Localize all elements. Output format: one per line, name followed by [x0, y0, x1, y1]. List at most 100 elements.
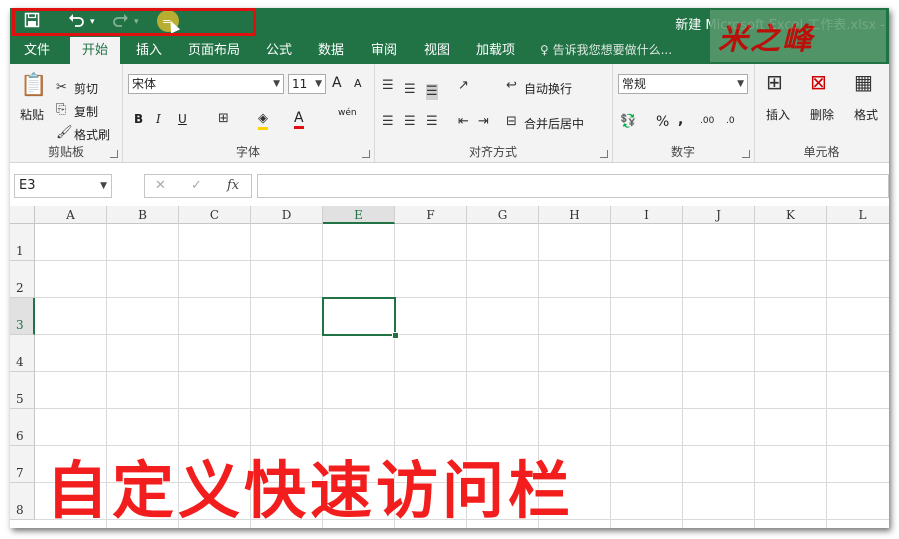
increase-decimal-button[interactable]: .00	[700, 116, 714, 126]
selected-cell[interactable]	[322, 297, 396, 336]
align-top-icon[interactable]: ☰	[382, 78, 394, 94]
alignment-group: ☰ ☰ ☰ ↗ ☰ ☰ ☰ ⇤ ⇥ ↩ 自动换行 ⊟ 合并后居中 对齐方式	[374, 64, 613, 162]
tab-review[interactable]: 审阅	[359, 37, 409, 64]
format-painter-button[interactable]: 格式刷	[74, 126, 110, 143]
chevron-down-icon: ▼	[737, 79, 744, 89]
clipboard-label: 剪贴板	[47, 145, 84, 159]
column-header-h[interactable]: H	[539, 206, 611, 224]
italic-button[interactable]: I	[156, 112, 161, 126]
percent-button[interactable]: %	[656, 114, 669, 130]
alignment-launcher-icon[interactable]	[600, 150, 608, 158]
qat-highlight-box	[12, 8, 256, 36]
align-middle-icon[interactable]: ☰	[404, 82, 416, 98]
alignment-label: 对齐方式	[468, 145, 517, 159]
merge-center-button[interactable]: 合并后居中	[524, 115, 584, 132]
decrease-indent-icon[interactable]: ⇤	[458, 114, 469, 130]
number-format-select[interactable]: 常规 ▼	[618, 74, 748, 94]
font-name-select[interactable]: 宋体 ▼	[128, 74, 284, 94]
row-header-5[interactable]: 5	[10, 372, 35, 409]
row-header-6[interactable]: 6	[10, 409, 35, 446]
column-header-b[interactable]: B	[107, 206, 179, 224]
tab-formulas[interactable]: 公式	[254, 37, 304, 64]
row-header-2[interactable]: 2	[10, 261, 35, 298]
row-header-7[interactable]: 7	[10, 446, 35, 483]
currency-icon[interactable]: 💱	[620, 114, 636, 130]
shrink-font-button[interactable]: A	[354, 77, 362, 90]
decrease-decimal-button[interactable]: .0	[726, 116, 735, 126]
tell-me-box[interactable]: ♀ 告诉我您想要做什么...	[540, 37, 672, 64]
number-launcher-icon[interactable]	[742, 150, 750, 158]
cancel-icon[interactable]: ✕	[155, 178, 166, 193]
delete-cells-icon[interactable]: ⊠	[810, 72, 827, 92]
row-header-4[interactable]: 4	[10, 335, 35, 372]
format-cells-icon[interactable]: ▦	[854, 72, 873, 92]
gridline	[35, 334, 889, 335]
column-header-e[interactable]: E	[323, 206, 395, 224]
tab-file[interactable]: 文件	[12, 37, 62, 64]
enter-icon[interactable]: ✓	[191, 178, 202, 193]
border-icon[interactable]: ⊞	[218, 111, 229, 127]
cut-button[interactable]: 剪切	[74, 80, 98, 97]
clipboard-launcher-icon[interactable]	[110, 150, 118, 158]
paste-button[interactable]: 粘贴	[20, 106, 44, 123]
name-box[interactable]: E3 ▼	[14, 174, 112, 198]
formula-buttons: ✕ ✓ fx	[144, 174, 252, 198]
copy-icon[interactable]: ⎘	[56, 102, 66, 118]
delete-cells-button[interactable]: 删除	[810, 106, 834, 123]
number-label: 数字	[670, 145, 695, 159]
row-header-1[interactable]: 1	[10, 224, 35, 261]
name-box-value: E3	[19, 178, 36, 193]
number-group: 常规 ▼ 💱 % , .00 .0 数字	[612, 64, 755, 162]
cut-icon[interactable]: ✂	[56, 80, 67, 96]
tab-data[interactable]: 数据	[306, 37, 356, 64]
lightbulb-icon: ♀	[540, 43, 553, 57]
font-launcher-icon[interactable]	[362, 150, 370, 158]
column-header-a[interactable]: A	[35, 206, 107, 224]
column-header-i[interactable]: I	[611, 206, 683, 224]
bold-button[interactable]: B	[134, 112, 143, 126]
column-header-j[interactable]: J	[683, 206, 755, 224]
wrap-text-icon: ↩	[506, 78, 517, 93]
fill-color-icon[interactable]: ◈	[258, 111, 268, 130]
column-header-k[interactable]: K	[755, 206, 827, 224]
row-header-3[interactable]: 3	[10, 298, 35, 335]
tab-page-layout[interactable]: 页面布局	[176, 37, 252, 64]
column-header-d[interactable]: D	[251, 206, 323, 224]
align-bottom-icon[interactable]: ☰	[426, 84, 438, 100]
align-center-icon[interactable]: ☰	[404, 114, 416, 130]
comma-button[interactable]: ,	[678, 112, 683, 128]
column-header-c[interactable]: C	[179, 206, 251, 224]
grow-font-button[interactable]: A	[332, 75, 342, 91]
format-cells-button[interactable]: 格式	[854, 106, 878, 123]
chevron-down-icon: ▼	[100, 181, 107, 191]
orientation-icon[interactable]: ↗	[458, 78, 469, 94]
insert-cells-button[interactable]: 插入	[766, 106, 790, 123]
cells-group: ⊞ 插入 ⊠ 删除 ▦ 格式 单元格	[754, 64, 889, 162]
tab-home[interactable]: 开始	[70, 37, 121, 64]
column-header-g[interactable]: G	[467, 206, 539, 224]
fill-handle[interactable]	[392, 332, 399, 339]
tab-view[interactable]: 视图	[412, 37, 462, 64]
formula-input[interactable]	[257, 174, 889, 198]
font-size-select[interactable]: 11 ▼	[288, 74, 326, 94]
column-header-f[interactable]: F	[395, 206, 467, 224]
select-all-button[interactable]	[10, 206, 35, 224]
paste-icon[interactable]: 📋	[20, 75, 47, 97]
row-header-8[interactable]: 8	[10, 483, 35, 520]
phonetic-button[interactable]: wén	[338, 108, 357, 118]
gridline	[35, 408, 889, 409]
font-color-button[interactable]: A	[294, 110, 304, 129]
insert-function-icon[interactable]: fx	[227, 178, 239, 193]
format-painter-icon[interactable]: 🖌	[56, 125, 73, 141]
formula-bar: E3 ▼ ✕ ✓ fx	[10, 163, 889, 207]
tab-insert[interactable]: 插入	[124, 37, 174, 64]
copy-button[interactable]: 复制	[74, 103, 98, 120]
tab-addins[interactable]: 加载项	[464, 37, 527, 64]
column-header-l[interactable]: L	[827, 206, 889, 224]
align-left-icon[interactable]: ☰	[382, 114, 394, 130]
insert-cells-icon[interactable]: ⊞	[766, 72, 783, 92]
wrap-text-button[interactable]: 自动换行	[524, 80, 572, 97]
align-right-icon[interactable]: ☰	[426, 114, 438, 130]
increase-indent-icon[interactable]: ⇥	[478, 114, 489, 130]
underline-button[interactable]: U	[178, 112, 187, 126]
